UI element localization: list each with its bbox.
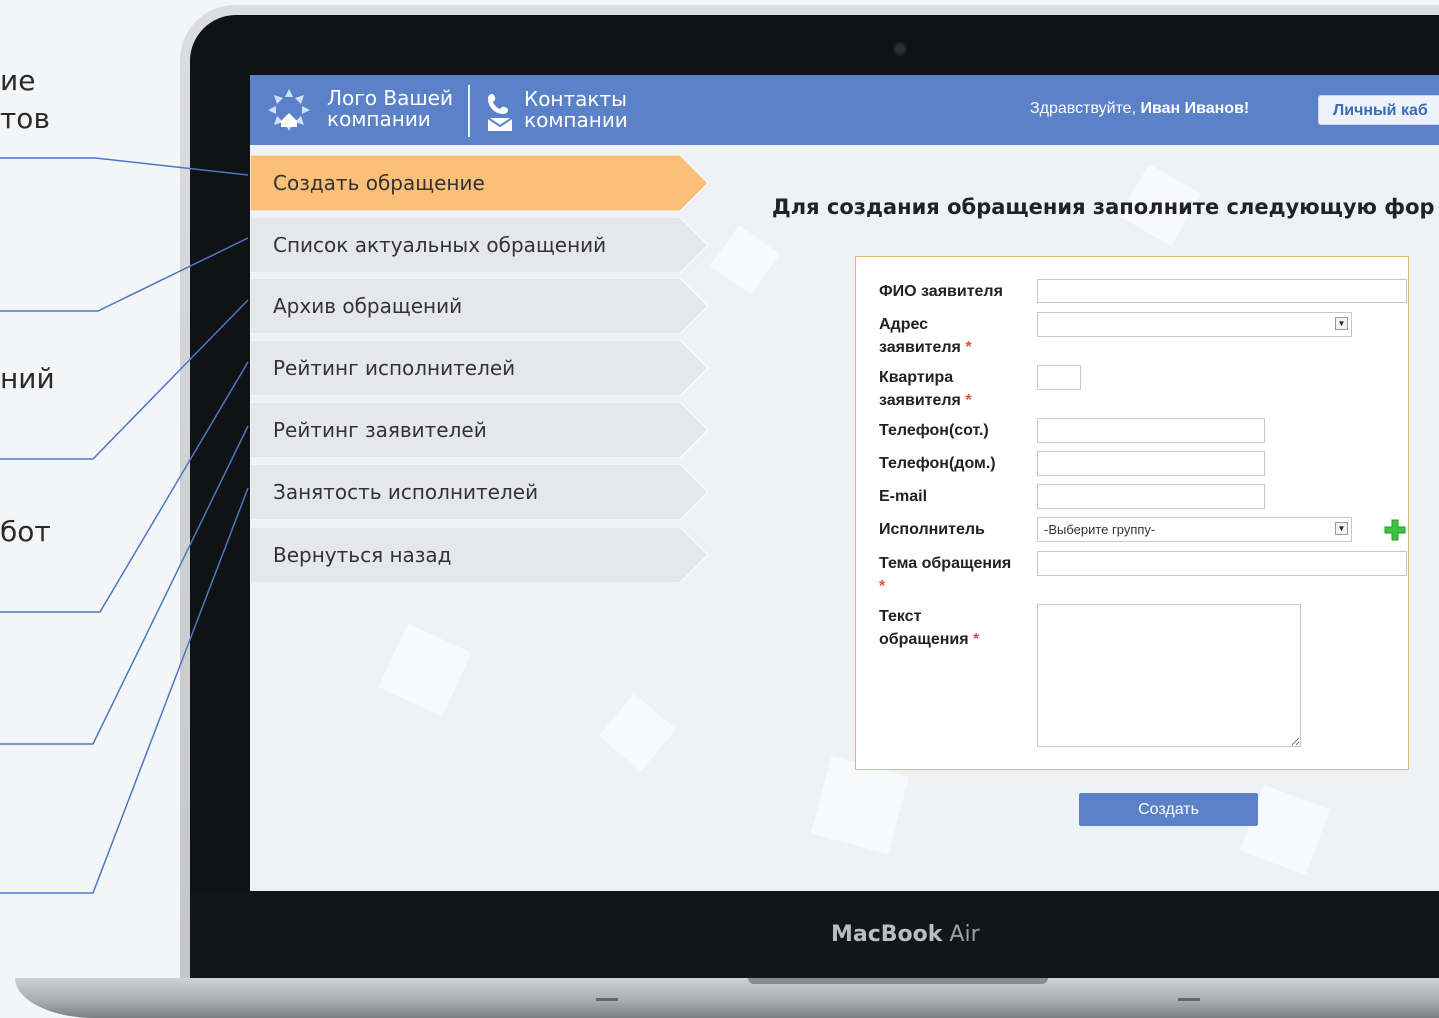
leader-line-1 <box>0 157 249 176</box>
leader-line-2 <box>0 237 249 312</box>
leader-line-3 <box>0 299 249 460</box>
callout-leader-lines <box>0 157 249 894</box>
leader-line-4 <box>0 361 249 613</box>
leader-line-6 <box>0 487 249 894</box>
